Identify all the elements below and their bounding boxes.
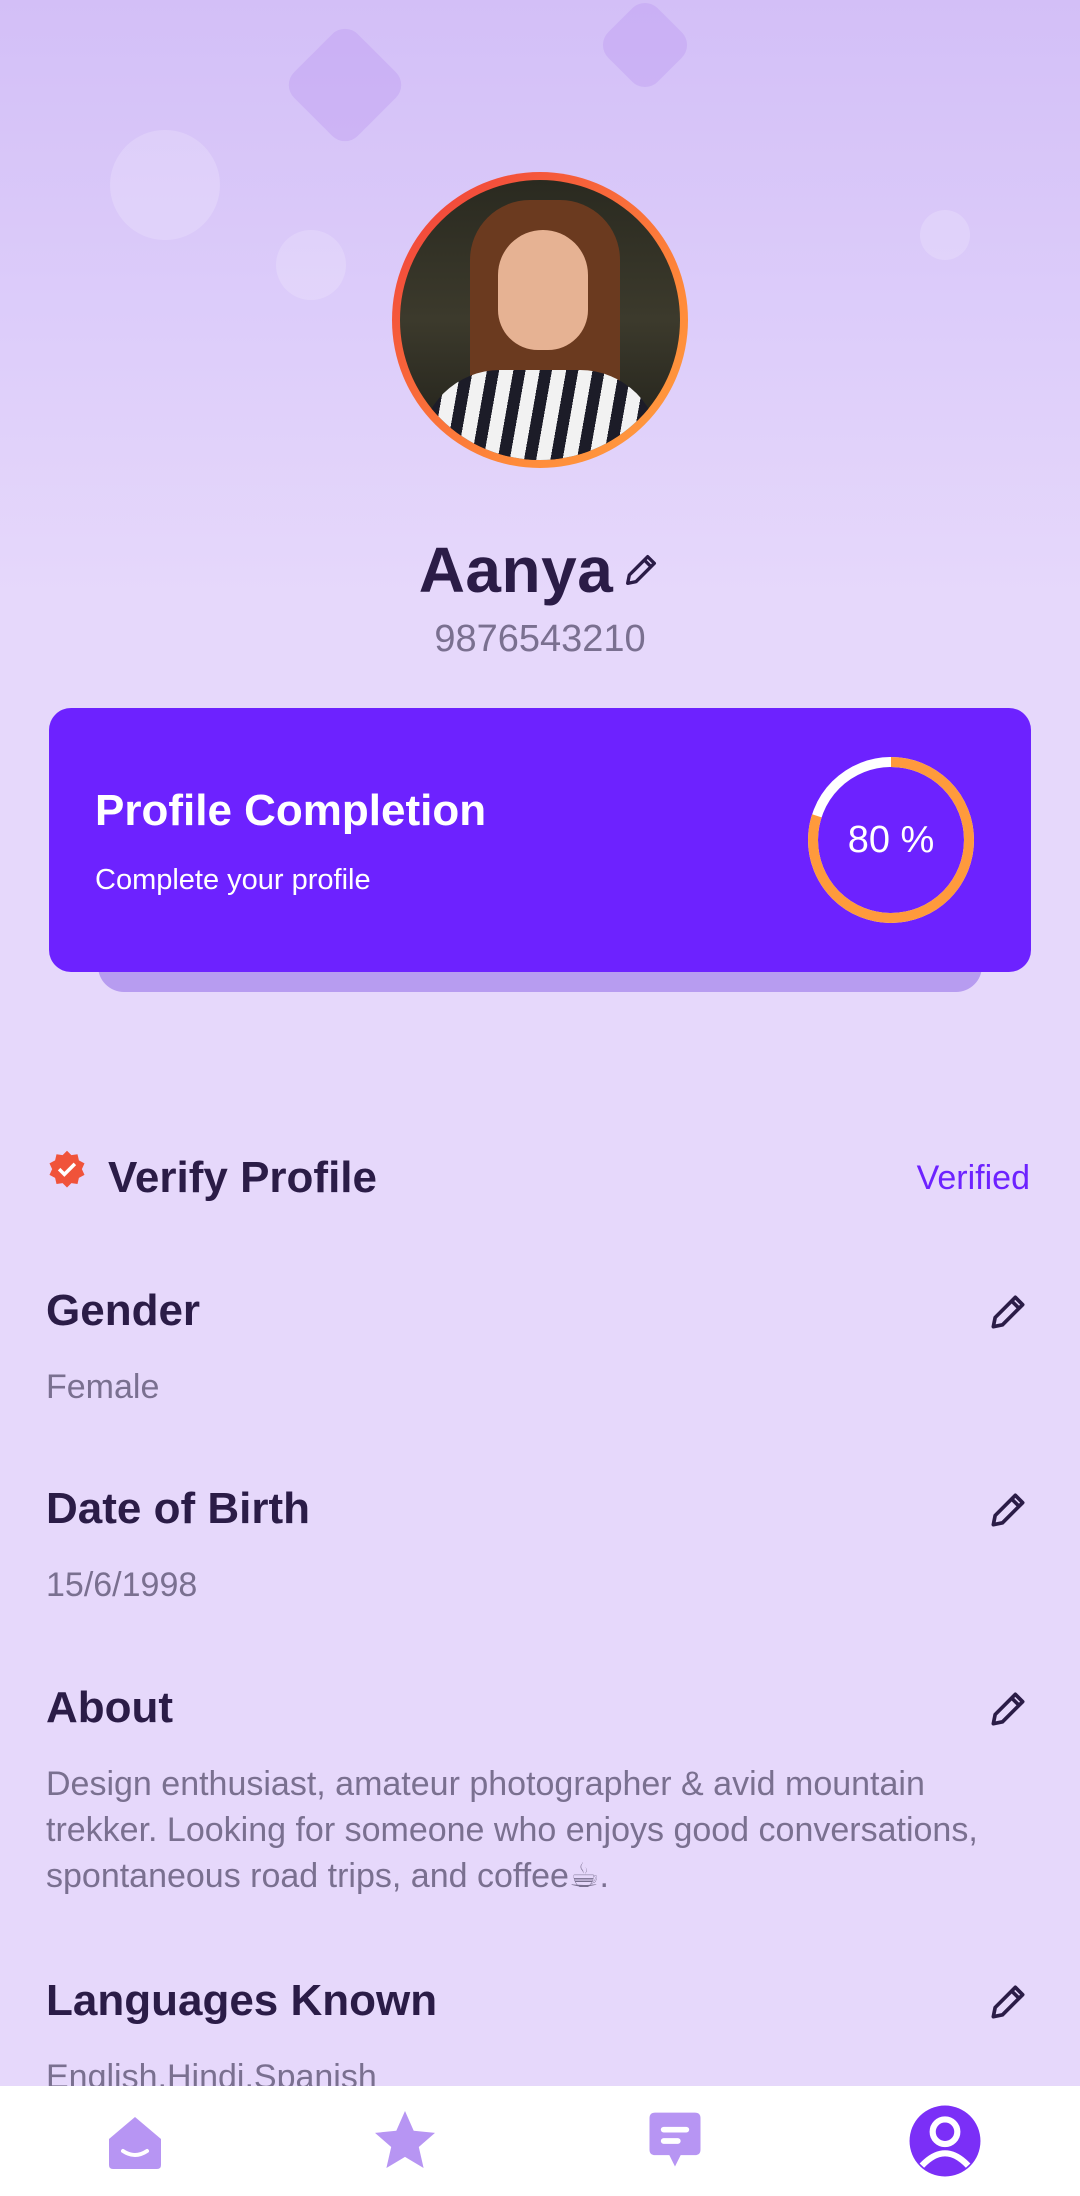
field-value: 15/6/1998 — [46, 1566, 198, 1604]
chat-icon — [649, 2112, 701, 2167]
verify-profile-title: Verify Profile — [108, 1153, 378, 1202]
field-languages: Languages Known English,Hindi,Spanish — [46, 1976, 1030, 2100]
field-title: About — [46, 1683, 174, 1732]
bottom-tab-bar — [0, 2086, 1080, 2196]
field-title: Gender — [46, 1286, 201, 1335]
avatar-photo — [400, 180, 680, 460]
star-icon — [375, 2111, 435, 2168]
profile-icon — [909, 2105, 981, 2177]
decor-bubble — [276, 230, 346, 300]
avatar[interactable] — [392, 172, 688, 468]
home-icon — [109, 2117, 161, 2169]
field-value: Female — [46, 1368, 160, 1406]
name-row: Aanya — [0, 530, 1080, 610]
tab-profile[interactable] — [885, 2086, 1005, 2196]
tab-chats[interactable] — [615, 2086, 735, 2196]
edit-languages-icon[interactable] — [986, 1980, 1030, 2024]
verified-badge-icon — [49, 1150, 85, 1188]
field-value: Design enthusiast, amateur photographer … — [46, 1765, 978, 1895]
tab-favorites[interactable] — [345, 2086, 465, 2196]
profile-name: Aanya — [418, 534, 614, 606]
edit-name-icon[interactable] — [621, 550, 661, 590]
profile-completion-card[interactable]: Profile Completion Complete your profile… — [49, 708, 1031, 972]
field-gender: Gender Female — [46, 1286, 1030, 1410]
field-about: About Design enthusiast, amateur photogr… — [46, 1683, 1030, 1899]
verify-profile-row[interactable]: Verify Profile Verified — [46, 1148, 1030, 1208]
field-date-of-birth: Date of Birth 15/6/1998 — [46, 1484, 1030, 1608]
decor-bubble — [920, 210, 970, 260]
field-title: Date of Birth — [46, 1484, 310, 1533]
edit-dob-icon[interactable] — [986, 1488, 1030, 1532]
field-title: Languages Known — [46, 1976, 438, 2025]
verified-status: Verified — [916, 1158, 1030, 1197]
completion-percent: 80 % — [847, 818, 935, 861]
completion-subtitle: Complete your profile — [95, 864, 371, 896]
tab-home[interactable] — [75, 2086, 195, 2196]
completion-title: Profile Completion — [95, 786, 487, 835]
edit-gender-icon[interactable] — [986, 1290, 1030, 1334]
profile-phone: 9876543210 — [434, 618, 646, 660]
decor-bubble — [110, 130, 220, 240]
edit-about-icon[interactable] — [986, 1687, 1030, 1731]
